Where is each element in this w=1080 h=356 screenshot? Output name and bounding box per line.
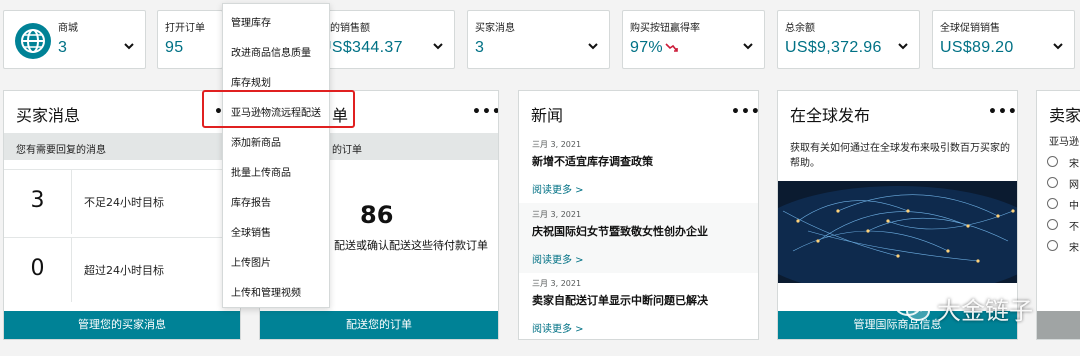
highlight-box: [202, 90, 355, 128]
message-row[interactable]: 3 不足24小时目标: [4, 169, 240, 234]
metric-value: US$344.37: [320, 39, 403, 56]
menu-item-improve-listing-quality[interactable]: 改进商品信息质量: [231, 44, 311, 59]
chevron-down-icon[interactable]: [895, 38, 911, 54]
card-title: 新闻: [531, 106, 564, 125]
read-more-link[interactable]: 阅读更多 >: [532, 251, 584, 266]
metric-sales[interactable]: 天的销售额 US$344.37: [312, 10, 455, 69]
ship-orders-button[interactable]: 配送您的订单: [260, 311, 498, 339]
metric-buyer-messages[interactable]: 买家消息 3: [467, 10, 610, 69]
metric-label: 总余额: [785, 23, 815, 34]
menu-item-add-product[interactable]: 添加新商品: [231, 134, 281, 149]
seller-card-partial: 卖家 亚马逊 宋 网 中 不 宋: [1036, 90, 1080, 340]
menu-item-bulk-upload[interactable]: 批量上传商品: [231, 164, 291, 179]
metric-label: 买家消息: [475, 23, 515, 34]
metric-value: US$9,372.96: [785, 39, 882, 56]
metric-label: 购买按钮赢得率: [630, 23, 700, 34]
trend-down-icon: [665, 43, 678, 52]
read-more-link[interactable]: 阅读更多 >: [532, 181, 584, 196]
chevron-down-icon[interactable]: [585, 38, 601, 54]
news-date: 三月 3, 2021: [532, 140, 582, 149]
menu-item-global-selling[interactable]: 全球销售: [231, 224, 271, 239]
news-item: 三月 3, 2021 庆祝国际妇女节暨致敬女性创办企业 阅读更多 >: [519, 203, 758, 273]
manage-buyer-messages-button[interactable]: 管理您的买家消息: [4, 311, 240, 339]
metric-value: 3: [58, 39, 68, 56]
message-label: 超过24小时目标: [84, 264, 164, 277]
read-more-link[interactable]: 阅读更多 >: [532, 320, 584, 335]
metric-value: 97%: [630, 39, 679, 57]
metric-label: 商城: [58, 23, 78, 34]
metric-value: 3: [475, 39, 485, 56]
message-row[interactable]: 0 超过24小时目标: [4, 237, 240, 302]
menu-item-upload-images[interactable]: 上传图片: [231, 254, 271, 269]
globe-icon: [15, 23, 51, 59]
menu-item-inventory-planning[interactable]: 库存规划: [231, 74, 271, 89]
menu-item-manage-videos[interactable]: 上传和管理视频: [231, 284, 301, 299]
watermark-text: 大金链子: [937, 297, 1033, 325]
chevron-down-icon[interactable]: [430, 38, 446, 54]
message-count: 3: [4, 170, 72, 234]
radio-label: 中: [1069, 201, 1079, 212]
message-count: 0: [4, 238, 72, 302]
metric-marketplace[interactable]: 商城 3: [3, 10, 146, 69]
news-headline[interactable]: 卖家自配送订单显示中断问题已解决: [532, 292, 708, 308]
news-item: 三月 3, 2021 新增不适宜库存调查政策 阅读更多 >: [519, 133, 758, 203]
metric-open-orders[interactable]: 打开订单 95: [157, 10, 223, 69]
news-date: 三月 3, 2021: [532, 279, 582, 288]
metric-global-promo[interactable]: 全球促销销售 US$89.20: [932, 10, 1075, 69]
metric-value: US$89.20: [940, 39, 1014, 56]
metric-buy-box[interactable]: 购买按钮赢得率 97%: [622, 10, 765, 69]
chevron-down-icon[interactable]: [740, 38, 756, 54]
radio-label: 网: [1069, 180, 1079, 191]
orders-description: 配送或确认配送这些待付款订单: [334, 239, 488, 252]
global-description: 获取有关如何通过在全球发布来吸引数百万买家的帮助。: [790, 143, 1010, 169]
metric-total-balance[interactable]: 总余额 US$9,372.96: [777, 10, 920, 69]
radio-button[interactable]: [1047, 177, 1058, 188]
message-label: 不足24小时目标: [84, 196, 164, 209]
menu-item-inventory-reports[interactable]: 库存报告: [231, 194, 271, 209]
radio-label: 不: [1069, 222, 1079, 233]
world-network-image: [778, 181, 1017, 283]
more-options-icon[interactable]: •••: [988, 104, 1017, 120]
pending-orders-count: 86: [360, 201, 394, 229]
card-subtitle: 您有需要回复的消息: [4, 133, 240, 160]
more-options-icon[interactable]: •••: [472, 104, 498, 120]
radio-button[interactable]: [1047, 156, 1058, 167]
metric-value-text: 97%: [630, 39, 663, 56]
more-options-icon[interactable]: •••: [731, 104, 758, 120]
chevron-down-icon[interactable]: [1050, 38, 1066, 54]
inventory-dropdown-menu: 管理库存 改进商品信息质量 库存规划 亚马逊物流远程配送 添加新商品 批量上传商…: [222, 3, 330, 308]
metric-value: 95: [165, 39, 184, 56]
radio-label: 宋: [1069, 243, 1079, 254]
news-card: 新闻 ••• 三月 3, 2021 新增不适宜库存调查政策 阅读更多 > 三月 …: [518, 90, 759, 340]
card-subtitle: 亚马逊: [1049, 137, 1079, 148]
news-headline[interactable]: 庆祝国际妇女节暨致敬女性创办企业: [532, 223, 708, 239]
metric-label: 全球促销销售: [940, 23, 1000, 34]
wechat-icon: [894, 292, 930, 321]
card-title: 卖家: [1049, 106, 1080, 125]
menu-item-manage-inventory[interactable]: 管理库存: [231, 14, 271, 29]
news-item: 三月 3, 2021 卖家自配送订单显示中断问题已解决 阅读更多 >: [519, 272, 758, 339]
radio-button[interactable]: [1047, 219, 1058, 230]
chevron-down-icon[interactable]: [121, 38, 137, 54]
radio-button[interactable]: [1047, 198, 1058, 209]
news-date: 三月 3, 2021: [532, 210, 582, 219]
card-title: 买家消息: [16, 106, 81, 125]
seller-card-button[interactable]: [1037, 311, 1080, 339]
news-headline[interactable]: 新增不适宜库存调查政策: [532, 153, 653, 169]
metric-label: 打开订单: [165, 23, 205, 34]
radio-label: 宋: [1069, 159, 1079, 170]
card-title: 在全球发布: [790, 106, 871, 125]
radio-button[interactable]: [1047, 240, 1058, 251]
